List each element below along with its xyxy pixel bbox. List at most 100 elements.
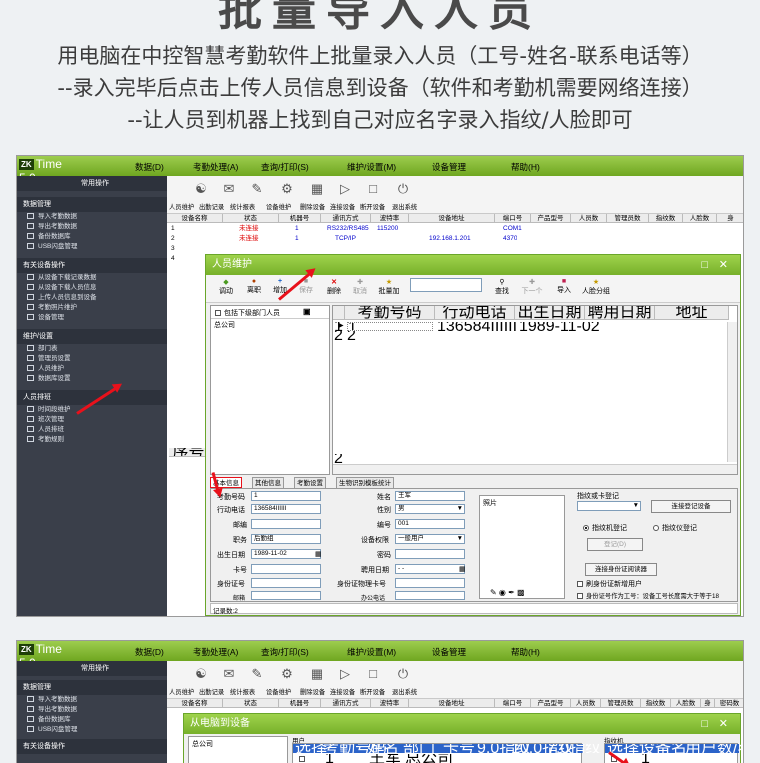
g2-col-name[interactable]: 设备名称	[167, 699, 223, 708]
g2-col-port[interactable]: 端口号	[495, 699, 531, 708]
user-row-checkbox[interactable]	[299, 754, 308, 763]
sidebar-item-db-settings[interactable]: 数据库设置	[17, 374, 167, 384]
list-vscroll[interactable]	[727, 322, 737, 462]
device-maintain-icon[interactable]: ⚙	[275, 664, 299, 684]
find-button[interactable]: ⚲ 查找	[490, 278, 514, 296]
include-sub-checkbox[interactable]: 包括下级部门人员	[215, 308, 280, 318]
birth-input[interactable]: 1989-11-02	[251, 549, 321, 559]
disconnect-icon[interactable]: □	[361, 664, 385, 684]
person-maintain-icon[interactable]: ☯	[189, 664, 213, 684]
search-input[interactable]	[410, 278, 482, 292]
g2-col-baud[interactable]: 波特率	[371, 699, 409, 708]
maximize-icon[interactable]: □	[701, 255, 708, 275]
sidebar-item-backup[interactable]: 备份数据库	[17, 232, 167, 242]
password-input[interactable]	[395, 549, 465, 559]
tb-label-delete[interactable]: 删除设备	[300, 202, 325, 211]
g2-col-comm[interactable]: 通讯方式	[321, 699, 371, 708]
idno-input[interactable]	[251, 578, 321, 588]
cancel-button[interactable]: ✚ 取消	[348, 278, 372, 296]
sidebar-item-upload-users[interactable]: 上传人员信息到设备	[17, 293, 167, 303]
device-row-1-name[interactable]: 1	[171, 224, 175, 233]
dcol-name[interactable]: 设备名	[639, 744, 687, 753]
menu-data-2[interactable]: 数据(D)	[135, 646, 164, 658]
tb2-label-person[interactable]: 人员维护	[169, 687, 194, 696]
resign-button[interactable]: ● 离职	[242, 278, 266, 295]
list-col-address[interactable]: 地址	[655, 306, 729, 320]
sidebar-item-device-mgmt[interactable]: 设备管理	[17, 313, 167, 323]
connect-icon[interactable]: ▷	[333, 179, 357, 199]
menu-device-2[interactable]: 设备管理	[432, 646, 466, 658]
g2-col-fingers[interactable]: 指纹数	[641, 699, 671, 708]
tb2-label-disconnect[interactable]: 断开设备	[360, 687, 385, 696]
col-seq[interactable]: 序号	[169, 448, 209, 457]
name-input[interactable]: 王军	[395, 491, 465, 501]
device-row-3-name[interactable]: 3	[171, 244, 175, 253]
sidebar2-item-backup[interactable]: 备份数据库	[17, 715, 167, 725]
menu-data[interactable]: 数据(D)	[135, 161, 164, 173]
list-col-attno[interactable]: 考勤号码	[345, 306, 435, 320]
power-icon[interactable]: ⏻	[391, 664, 415, 684]
tb2-label-device[interactable]: 设备维护	[266, 687, 291, 696]
privilege-select[interactable]: 一般用户 ▼	[395, 534, 465, 544]
sidebar-item-person-maintain[interactable]: 人员维护	[17, 364, 167, 374]
col-fingers[interactable]: 指纹数	[649, 214, 683, 223]
delete-device-icon[interactable]: ▦	[305, 664, 329, 684]
calendar-icon[interactable]: ▦	[315, 550, 322, 558]
attno-input[interactable]: 1	[251, 491, 321, 501]
sidebar-item-rules[interactable]: 考勤规则	[17, 435, 167, 445]
list-col-hire[interactable]: 聘用日期	[585, 306, 655, 320]
sidebar-item-admins[interactable]: 管理员设置	[17, 354, 167, 364]
col-users[interactable]: 人员数	[571, 214, 607, 223]
g2-col-status[interactable]: 状态	[223, 699, 279, 708]
id-reader-button[interactable]: 连接身份证阅读器	[585, 563, 657, 576]
col-model[interactable]: 产品型号	[531, 214, 571, 223]
close-icon[interactable]: ✕	[719, 714, 728, 734]
card-input[interactable]	[251, 564, 321, 574]
hire-input[interactable]: - -	[395, 564, 465, 574]
person-maintain-icon[interactable]: ☯	[189, 179, 213, 199]
face-group-button[interactable]: ★ 人脸分组	[578, 278, 614, 296]
ucol-card[interactable]: 卡号	[443, 744, 475, 753]
tb-label-disconnect[interactable]: 断开设备	[360, 202, 385, 211]
connect-enroll-button[interactable]: 连接登记设备	[651, 500, 731, 513]
menu-attendance[interactable]: 考勤处理(A)	[193, 161, 238, 173]
mobile-input[interactable]: 136584IIIIII	[251, 504, 321, 514]
col-admins[interactable]: 管理员数	[607, 214, 649, 223]
list-col-mobile[interactable]: 行动电话	[435, 306, 515, 320]
g2-col-addr[interactable]: 设备地址	[409, 699, 495, 708]
col-id[interactable]: 身	[717, 214, 743, 223]
attendance-icon[interactable]: ✉	[217, 179, 241, 199]
tab-attendance[interactable]: 考勤设置	[294, 477, 326, 488]
delete-device-icon[interactable]: ▦	[305, 179, 329, 199]
maximize-icon[interactable]: □	[701, 714, 708, 734]
tb2-label-connect[interactable]: 连接设备	[330, 687, 355, 696]
tb-label-attendance[interactable]: 出勤记录	[199, 202, 224, 211]
transfer-button[interactable]: ◆ 调动	[214, 278, 238, 296]
delete-button[interactable]: ✕ 删除	[322, 278, 346, 296]
sidebar-item-export[interactable]: 导出考勤数据	[17, 222, 167, 232]
batch-add-button[interactable]: ★ 批量加	[374, 278, 404, 296]
connect-icon[interactable]: ▷	[333, 664, 357, 684]
tb2-label-delete[interactable]: 删除设备	[300, 687, 325, 696]
sidebar2-item-usb[interactable]: USB闪盘管理	[17, 725, 167, 735]
tb-label-device[interactable]: 设备维护	[266, 202, 291, 211]
g2-col-model[interactable]: 产品型号	[531, 699, 571, 708]
swipe-id-checkbox[interactable]: 刷身份证新增用户	[577, 579, 642, 589]
postcode-input[interactable]	[251, 519, 321, 529]
list-row-2-num[interactable]: 2	[347, 331, 356, 340]
number-input[interactable]: 001	[395, 519, 465, 529]
next-button[interactable]: ✚ 下一个	[518, 278, 546, 296]
col-status[interactable]: 状态	[223, 214, 279, 223]
tb2-label-report[interactable]: 统计报表	[230, 687, 255, 696]
sidebar-item-shifts[interactable]: 班次管理	[17, 415, 167, 425]
report-icon[interactable]: ✎	[245, 179, 269, 199]
device-row-2-name[interactable]: 2	[171, 234, 175, 243]
g2-col-users[interactable]: 人员数	[571, 699, 601, 708]
menu-query[interactable]: 查询/打印(S)	[261, 161, 309, 173]
dept2-root[interactable]: 总公司	[192, 739, 213, 749]
power-icon[interactable]: ⏻	[391, 179, 415, 199]
sidebar-item-photos[interactable]: 考勤照片维护	[17, 303, 167, 313]
tab-other[interactable]: 其他信息	[252, 477, 284, 488]
photo-tools-icon[interactable]: ✎ ◉ ✒ ▩	[490, 588, 525, 597]
col-machine-no[interactable]: 机器号	[279, 214, 321, 223]
